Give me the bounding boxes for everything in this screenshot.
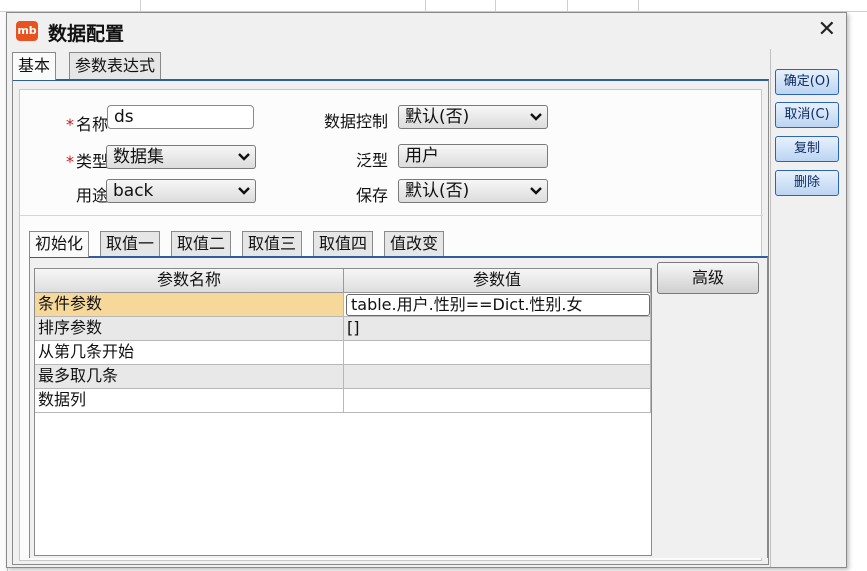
chevron-down-icon xyxy=(530,187,542,195)
param-name-cell[interactable]: 最多取几条 xyxy=(35,365,344,389)
ok-button[interactable]: 确定(O) xyxy=(775,69,839,95)
table-row[interactable]: 从第几条开始 xyxy=(35,341,651,365)
chevron-down-icon xyxy=(238,187,250,195)
tab-basic[interactable]: 基本 xyxy=(12,52,57,80)
tab-initialize[interactable]: 初始化 xyxy=(29,231,90,257)
type-select[interactable]: 数据集 xyxy=(106,145,256,169)
param-value-cell[interactable] xyxy=(344,365,651,389)
required-mark: * xyxy=(65,115,74,134)
table-row[interactable]: 排序参数 [] xyxy=(35,317,651,341)
dialog-titlebar: mb 数据配置 ✕ xyxy=(7,13,846,49)
param-value-editor[interactable]: table.用户.性别==Dict.性别.女 xyxy=(346,294,650,316)
copy-button[interactable]: 复制 xyxy=(775,136,839,162)
param-name-cell[interactable]: 排序参数 xyxy=(35,317,344,341)
table-row[interactable]: 最多取几条 xyxy=(35,365,651,389)
param-value-cell[interactable] xyxy=(344,389,651,413)
chevron-down-icon xyxy=(238,153,250,161)
type-select-value: 数据集 xyxy=(113,147,164,167)
name-label: * 名称 xyxy=(65,115,108,134)
name-input[interactable] xyxy=(107,105,254,129)
background-sheet xyxy=(0,0,867,12)
column-header-param-value[interactable]: 参数值 xyxy=(344,269,651,293)
column-header-param-name[interactable]: 参数名称 xyxy=(35,269,344,293)
data-config-dialog: mb 数据配置 ✕ 基本 参数表达式 *名称 *类型 数据集 用途 back xyxy=(6,12,847,568)
advanced-button[interactable]: 高级 xyxy=(657,262,759,294)
background-column-line xyxy=(425,0,426,12)
tab-param-expression[interactable]: 参数表达式 xyxy=(69,52,162,79)
close-icon[interactable]: ✕ xyxy=(818,17,836,43)
param-value-cell[interactable]: [] xyxy=(344,317,651,341)
param-name-cell[interactable]: 从第几条开始 xyxy=(35,341,344,365)
table-row[interactable]: 数据列 xyxy=(35,389,651,413)
type-label: * 类型 xyxy=(65,152,108,171)
param-name-cell[interactable]: 条件参数 xyxy=(35,293,344,317)
background-column-line xyxy=(495,0,496,12)
form-divider xyxy=(20,215,763,216)
tab-value-two[interactable]: 取值二 xyxy=(171,231,232,257)
background-column-line xyxy=(140,0,141,12)
app-logo-icon: mb xyxy=(16,21,38,41)
dialog-title: 数据配置 xyxy=(48,23,125,45)
initialize-tab-panel: 参数名称 参数值 条件参数 table.用户.性别==Dict.性别.女 排序参… xyxy=(29,256,768,558)
generic-label: 泛型 xyxy=(355,151,388,170)
tab-value-three[interactable]: 取值三 xyxy=(242,231,303,257)
background-column-line xyxy=(638,0,639,12)
parameter-grid: 参数名称 参数值 条件参数 table.用户.性别==Dict.性别.女 排序参… xyxy=(34,268,652,556)
required-mark: * xyxy=(65,152,74,171)
tab-value-one[interactable]: 取值一 xyxy=(100,231,161,257)
save-label: 保存 xyxy=(355,186,388,205)
usage-label: 用途 xyxy=(75,186,108,205)
data-control-select[interactable]: 默认(否) xyxy=(398,105,548,129)
data-control-label: 数据控制 xyxy=(323,112,388,131)
generic-type-value: 用户 xyxy=(405,146,439,166)
background-column-line xyxy=(567,0,568,12)
grid-header: 参数名称 参数值 xyxy=(35,269,651,293)
data-control-select-value: 默认(否) xyxy=(405,107,470,127)
cancel-button[interactable]: 取消(C) xyxy=(775,102,839,128)
chevron-down-icon xyxy=(530,113,542,121)
action-button-column: 确定(O) 取消(C) 复制 删除 xyxy=(770,49,846,567)
save-select-value: 默认(否) xyxy=(405,181,470,201)
tab-value-four[interactable]: 取值四 xyxy=(313,231,374,257)
param-value-cell[interactable] xyxy=(344,341,651,365)
config-frame: *名称 *类型 数据集 用途 back 数据控制 默认(否) 泛型 xyxy=(19,89,768,561)
table-row[interactable]: 条件参数 table.用户.性别==Dict.性别.女 xyxy=(35,293,651,317)
usage-select-value: back xyxy=(113,181,154,201)
basic-tab-panel: *名称 *类型 数据集 用途 back 数据控制 默认(否) 泛型 xyxy=(12,79,769,565)
save-select[interactable]: 默认(否) xyxy=(398,179,548,203)
tab-value-change[interactable]: 值改变 xyxy=(384,231,445,257)
usage-select[interactable]: back xyxy=(106,179,256,203)
delete-button[interactable]: 删除 xyxy=(775,170,839,196)
generic-type-button[interactable]: 用户 xyxy=(398,144,548,168)
param-name-cell[interactable]: 数据列 xyxy=(35,389,344,413)
